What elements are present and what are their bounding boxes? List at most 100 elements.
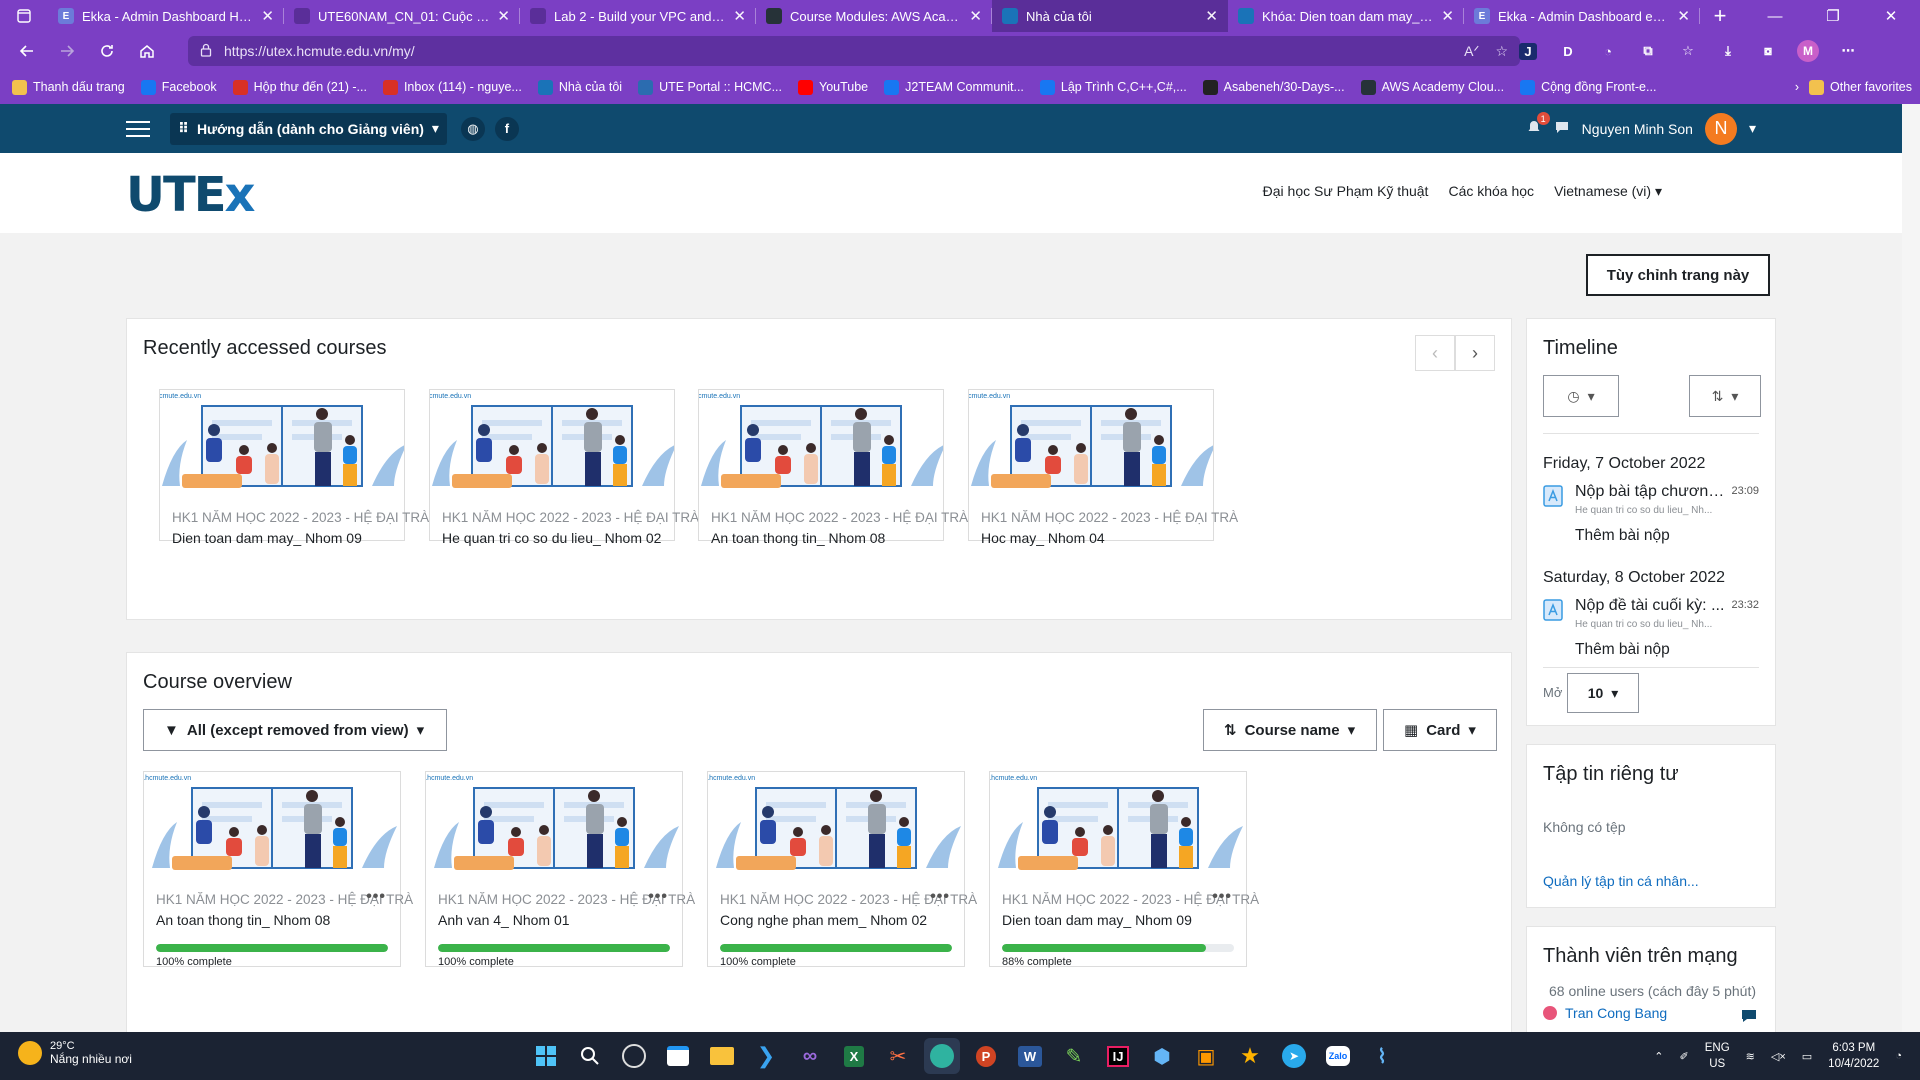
customise-page-button[interactable]: Tùy chỉnh trang này [1586, 254, 1770, 296]
page-scrollbar[interactable] [1902, 104, 1920, 1032]
bookmark-item[interactable]: Cộng đồng Front-e... [1520, 79, 1656, 95]
course-actions-menu-icon[interactable]: ••• [648, 888, 668, 906]
visual-studio-icon[interactable]: ∞ [792, 1038, 828, 1074]
edge-icon[interactable] [924, 1038, 960, 1074]
snipping-tool-icon[interactable]: ✂ [880, 1038, 916, 1074]
browser-tab[interactable]: E Ekka - Admin Dashboard eComr ✕ [1464, 0, 1700, 32]
tab-close-icon[interactable]: ✕ [1205, 7, 1218, 25]
telegram-icon[interactable]: ➤ [1276, 1038, 1312, 1074]
grouping-filter-button[interactable]: ▼ All (except removed from view) ▾ [143, 709, 447, 751]
bookmark-item[interactable]: Hộp thư đến (21) -... [232, 79, 367, 95]
tab-close-icon[interactable]: ✕ [1441, 7, 1454, 25]
timeline-sort-button[interactable]: ⇅ ▾ [1689, 375, 1761, 417]
course-image[interactable]: utex.hcmute.edu.vn [426, 772, 682, 884]
facebook-icon[interactable]: f [494, 116, 519, 141]
notification-center-icon[interactable]: ◔ [1895, 1050, 1902, 1062]
zalo-icon[interactable]: Zalo [1320, 1038, 1356, 1074]
browser-tab[interactable]: Nhà của tôi ✕ [992, 0, 1228, 32]
overview-course-card[interactable]: utex.hcmute.edu.vn HK1 NĂM HỌC 2022 - 20… [989, 771, 1259, 968]
show-count-select[interactable]: 10 ▾ [1567, 673, 1639, 713]
course-actions-menu-icon[interactable]: ••• [366, 888, 386, 906]
obs-icon[interactable] [616, 1038, 652, 1074]
pen-icon[interactable]: ✐ [1680, 1050, 1689, 1063]
restore-icon[interactable]: ❐ [1804, 0, 1862, 32]
course-name-link[interactable]: Dien toan dam may_ Nhom 09 [1002, 912, 1192, 928]
star-app-icon[interactable]: ★ [1232, 1038, 1268, 1074]
tray-chevron-icon[interactable]: ⌃ [1654, 1050, 1663, 1063]
language-selector[interactable]: Vietnamese (vi) ▾ [1554, 183, 1662, 200]
other-favorites[interactable]: Other favorites [1809, 79, 1912, 95]
sort-button[interactable]: ⇅ Course name ▾ [1203, 709, 1377, 751]
browser-tab[interactable]: Khóa: Dien toan dam may_ Nho ✕ [1228, 0, 1464, 32]
bookmark-item[interactable]: Asabeneh/30-Days-... [1202, 79, 1345, 95]
course-image[interactable]: utex.hcmute.edu.vn [144, 772, 400, 884]
overview-course-card[interactable]: utex.hcmute.edu.vn HK1 NĂM HỌC 2022 - 20… [425, 771, 695, 968]
guide-menu-button[interactable]: ⠿ Hướng dẫn (dành cho Giảng viên) ▾ [170, 112, 447, 145]
tab-close-icon[interactable]: ✕ [1677, 7, 1690, 25]
battery-icon[interactable]: ▭ [1802, 1050, 1812, 1063]
favorite-star-icon[interactable]: ☆ [1495, 43, 1508, 60]
vscode-icon[interactable]: ❯ [748, 1038, 784, 1074]
course-name-link[interactable]: An toan thong tin_ Nhom 08 [711, 530, 885, 546]
browser-tab[interactable]: E Ekka - Admin Dashboard HTML ✕ [48, 0, 284, 32]
minimize-icon[interactable]: — [1746, 0, 1804, 32]
favorites-icon[interactable]: ☆ [1670, 35, 1706, 67]
start-icon[interactable] [528, 1038, 564, 1074]
bookmark-item[interactable]: UTE Portal :: HCMC... [638, 79, 782, 95]
course-name-link[interactable]: Hoc may_ Nhom 04 [981, 530, 1105, 546]
course-image[interactable]: utex.hcmute.edu.vn [708, 772, 964, 884]
store-icon[interactable] [660, 1038, 696, 1074]
user-avatar[interactable]: N [1704, 112, 1737, 145]
bookmark-item[interactable]: Thanh dấu trang [12, 79, 125, 95]
course-image[interactable]: utex.hcmute.edu.vn [969, 390, 1213, 502]
window-close-icon[interactable]: ✕ [1862, 0, 1920, 32]
tab-close-icon[interactable]: ✕ [969, 7, 982, 25]
new-tab-icon[interactable]: + [1700, 0, 1740, 32]
hamburger-menu-icon[interactable] [126, 116, 150, 142]
bookmark-item[interactable]: Facebook [140, 79, 217, 95]
recent-course-card[interactable]: utex.hcmute.edu.vn HK1 NĂM HỌC 2022 - 20… [429, 389, 699, 546]
excel-icon[interactable]: X [836, 1038, 872, 1074]
clock[interactable]: 6:03 PM 10/4/2022 [1828, 1040, 1879, 1072]
file-explorer-icon[interactable] [704, 1038, 740, 1074]
brand-link-courses[interactable]: Các khóa học [1448, 183, 1534, 200]
read-aloud-icon[interactable]: Aᐟ [1464, 43, 1479, 60]
course-image[interactable]: utex.hcmute.edu.vn [699, 390, 943, 502]
course-actions-menu-icon[interactable]: ••• [930, 888, 950, 906]
back-icon[interactable] [8, 35, 46, 67]
address-bar[interactable]: https://utex.hcmute.edu.vn/my/ Aᐟ ☆ [188, 36, 1520, 66]
extensions-puzzle-icon[interactable]: ⧉ [1630, 35, 1666, 67]
timeline-day-filter-button[interactable]: ◷ ▾ [1543, 375, 1619, 417]
bookmarks-overflow-chevron-icon[interactable]: › [1795, 80, 1799, 94]
browser-tab[interactable]: Lab 2 - Build your VPC and Laun ✕ [520, 0, 756, 32]
course-image[interactable]: utex.hcmute.edu.vn [990, 772, 1246, 884]
globe-icon[interactable]: ◍ [460, 116, 485, 141]
refresh-icon[interactable] [88, 35, 126, 67]
manage-private-files-link[interactable]: Quản lý tập tin cá nhân... [1543, 873, 1699, 889]
bookmark-item[interactable]: Lập Trình C,C++,C#,... [1039, 79, 1187, 95]
tab-actions-icon[interactable] [0, 0, 48, 32]
course-image[interactable]: utex.hcmute.edu.vn [430, 390, 674, 502]
tab-close-icon[interactable]: ✕ [497, 7, 510, 25]
messages-icon[interactable] [1554, 119, 1570, 138]
bookmark-item[interactable]: Inbox (114) - nguye... [382, 79, 522, 95]
course-name-link[interactable]: Dien toan dam may_ Nhom 09 [172, 530, 362, 546]
utex-logo[interactable]: UTEx [126, 167, 255, 223]
brand-link-university[interactable]: Đại học Sư Phạm Kỹ thuật [1263, 183, 1429, 200]
forward-icon[interactable] [48, 35, 86, 67]
office-icon[interactable]: ▣ [1188, 1038, 1224, 1074]
recent-course-card[interactable]: utex.hcmute.edu.vn HK1 NĂM HỌC 2022 - 20… [968, 389, 1238, 546]
home-icon[interactable] [128, 35, 166, 67]
timeline-event-link[interactable]: Nộp bài tập chương... [1575, 483, 1725, 501]
extension-j-icon[interactable]: J [1510, 35, 1546, 67]
course-name-link[interactable]: An toan thong tin_ Nhom 08 [156, 912, 330, 928]
tab-close-icon[interactable]: ✕ [261, 7, 274, 25]
timeline-event-link[interactable]: Nộp đề tài cuối kỳ: ... [1575, 597, 1725, 615]
downloads-icon[interactable]: ⤓ [1710, 35, 1746, 67]
user-menu-caret-icon[interactable]: ▾ [1749, 120, 1756, 137]
online-user-item[interactable]: Tran Cong Bang [1543, 1005, 1667, 1021]
course-name-link[interactable]: He quan tri co so du lieu_ Nhom 02 [442, 530, 661, 546]
overview-course-card[interactable]: utex.hcmute.edu.vn HK1 NĂM HỌC 2022 - 20… [707, 771, 977, 968]
prev-courses-icon[interactable]: ‹ [1415, 335, 1455, 371]
powerpoint-icon[interactable]: P [968, 1038, 1004, 1074]
